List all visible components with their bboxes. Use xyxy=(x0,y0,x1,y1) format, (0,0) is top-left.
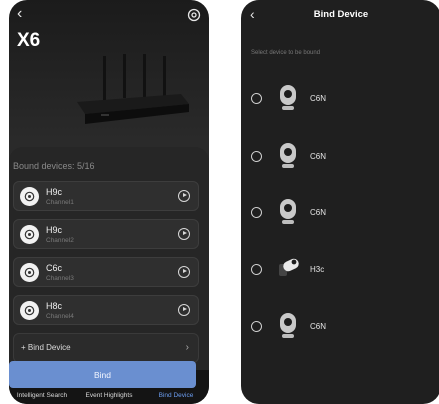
radio-button[interactable] xyxy=(251,264,262,275)
selectable-device-row[interactable]: C6N xyxy=(241,137,439,177)
radio-button[interactable] xyxy=(251,93,262,104)
chevron-right-icon: › xyxy=(185,342,189,353)
selectable-device-row[interactable]: C6N xyxy=(241,79,439,119)
bind-device-label: + Bind Device xyxy=(21,343,71,352)
bound-device-row[interactable]: C6c Channel3 xyxy=(13,257,199,287)
selectable-device-row[interactable]: C6N xyxy=(241,193,439,233)
bound-devices-panel: Bound devices: 5/16 H9c Channel1 H9c Cha… xyxy=(9,147,209,370)
bind-device-screen: ‹ Bind Device Select device to be bound … xyxy=(241,0,439,404)
selectable-device-row[interactable]: H3c xyxy=(241,250,439,290)
device-name: C6N xyxy=(310,322,327,331)
back-icon[interactable]: ‹ xyxy=(17,6,22,22)
radio-button[interactable] xyxy=(251,321,262,332)
play-icon[interactable] xyxy=(178,266,190,278)
bound-devices-count: Bound devices: 5/16 xyxy=(13,161,95,171)
bind-button[interactable]: Bind xyxy=(9,361,196,388)
dome-camera-icon xyxy=(280,143,296,168)
nvr-device-screen: ‹ X6 Bound devices: 5/16 H9c Channel1 H9… xyxy=(9,0,209,404)
settings-icon[interactable] xyxy=(187,8,201,22)
device-name: H3c xyxy=(310,265,325,274)
dome-camera-icon xyxy=(280,313,296,338)
play-icon[interactable] xyxy=(178,228,190,240)
device-name: C6c xyxy=(46,263,63,273)
device-name: C6N xyxy=(310,208,327,217)
dome-camera-icon xyxy=(280,85,296,110)
selectable-device-row[interactable]: C6N xyxy=(241,307,439,347)
device-name: H8c xyxy=(46,301,63,311)
device-name: H9c xyxy=(46,225,63,235)
device-channel: Channel4 xyxy=(46,313,74,320)
camera-avatar-icon xyxy=(20,187,39,206)
bound-device-row[interactable]: H9c Channel2 xyxy=(13,219,199,249)
bind-device-row[interactable]: + Bind Device › xyxy=(13,333,199,363)
device-channel: Channel3 xyxy=(46,275,74,282)
device-channel: Channel1 xyxy=(46,199,74,206)
play-icon[interactable] xyxy=(178,190,190,202)
page-subtitle: Select device to be bound xyxy=(251,50,321,56)
radio-button[interactable] xyxy=(251,207,262,218)
device-name: C6N xyxy=(310,94,327,103)
bullet-camera-icon xyxy=(279,258,299,276)
tab-label: Intelligent Search xyxy=(16,392,68,399)
tab-label: Bind Device xyxy=(158,392,194,399)
device-channel: Channel2 xyxy=(46,237,74,244)
device-title: X6 xyxy=(17,30,41,51)
device-name: C6N xyxy=(310,152,327,161)
camera-avatar-icon xyxy=(20,225,39,244)
page-title: Bind Device xyxy=(313,9,369,20)
router-image xyxy=(77,54,189,124)
bound-device-row[interactable]: H8c Channel4 xyxy=(13,295,199,325)
device-name: H9c xyxy=(46,187,63,197)
bound-device-row[interactable]: H9c Channel1 xyxy=(13,181,199,211)
dome-camera-icon xyxy=(280,199,296,224)
camera-avatar-icon xyxy=(20,263,39,282)
radio-button[interactable] xyxy=(251,151,262,162)
play-icon[interactable] xyxy=(178,304,190,316)
tab-label: Event Highlights xyxy=(85,392,133,399)
camera-avatar-icon xyxy=(20,301,39,320)
